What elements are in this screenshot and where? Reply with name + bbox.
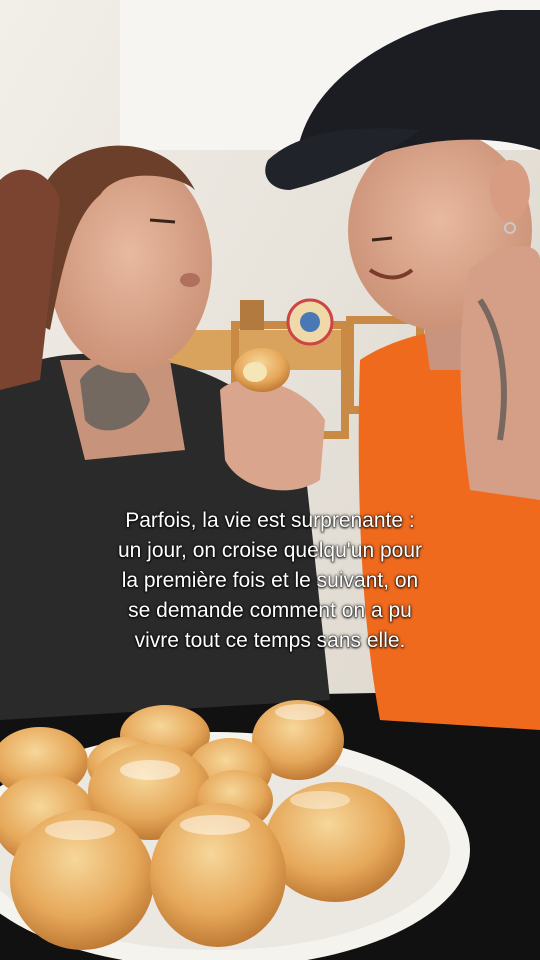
caption-line: se demande comment on a pu bbox=[128, 599, 412, 622]
caption-line: Parfois, la vie est surprenante : bbox=[125, 509, 415, 532]
caption-line: la première fois et le suivant, on bbox=[121, 569, 419, 592]
caption-overlay: Parfois, la vie est surprenante : un jou… bbox=[40, 506, 500, 656]
photo-scene bbox=[0, 0, 540, 960]
caption-line: un jour, on croise quelqu'un pour bbox=[117, 539, 423, 562]
caption-line: vivre tout ce temps sans elle. bbox=[134, 629, 406, 652]
